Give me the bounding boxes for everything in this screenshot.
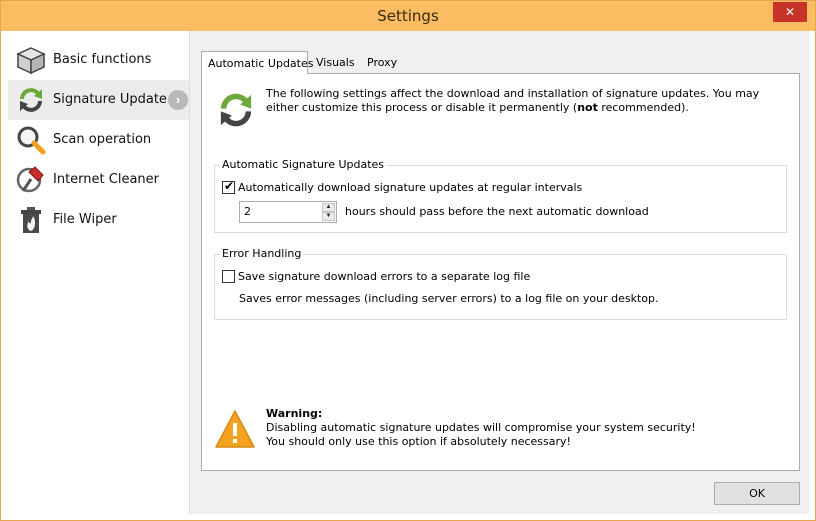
checkmark-icon: ✔	[224, 179, 235, 193]
chevron-right-icon: ›	[168, 90, 188, 110]
close-button[interactable]: ✕	[773, 2, 807, 22]
sidebar-item-file-wiper[interactable]: File Wiper	[8, 200, 189, 240]
hours-spinbox[interactable]: 2 ▲ ▼	[239, 201, 337, 223]
tab-label: Automatic Updates	[208, 57, 314, 70]
refresh-icon	[20, 88, 42, 112]
settings-window: Settings ✕ Basic functions Signature Upd…	[0, 0, 816, 521]
warning-line: You should only use this option if absol…	[266, 435, 571, 448]
tab-label: Proxy	[367, 56, 398, 69]
sidebar-item-label: File Wiper	[53, 212, 117, 227]
sidebar-item-label: Signature Update	[53, 92, 167, 107]
auto-updates-group: Automatic Signature Updates ✔ Automatica…	[214, 158, 787, 233]
auto-download-label[interactable]: Automatically download signature updates…	[238, 181, 582, 194]
save-errors-checkbox[interactable]	[222, 270, 235, 283]
box-icon	[16, 47, 46, 75]
tab-panel: The following settings affect the downlo…	[201, 73, 800, 471]
client-area: Basic functions Signature Update › Scan …	[8, 31, 809, 514]
warning-icon	[215, 410, 255, 448]
spin-down-button[interactable]: ▼	[322, 212, 335, 221]
sidebar-item-label: Internet Cleaner	[53, 172, 159, 187]
tab-proxy[interactable]: Proxy	[367, 51, 397, 73]
hours-value[interactable]: 2	[244, 205, 251, 218]
spin-buttons: ▲ ▼	[322, 203, 335, 221]
intro-text-part: recommended).	[597, 101, 689, 114]
sidebar-item-internet-cleaner[interactable]: Internet Cleaner	[8, 160, 189, 200]
warning-line: Disabling automatic signature updates wi…	[266, 421, 696, 434]
intro-text-bold: not	[577, 101, 598, 114]
broom-icon	[16, 166, 44, 193]
trash-fire-icon	[21, 207, 41, 233]
close-icon: ✕	[784, 5, 796, 19]
sidebar-item-label: Basic functions	[53, 52, 152, 67]
hours-label: hours should pass before the next automa…	[345, 205, 649, 218]
ok-button[interactable]: OK	[714, 482, 800, 505]
sidebar-item-scan-operation[interactable]: Scan operation	[8, 120, 189, 160]
tab-automatic-updates[interactable]: Automatic Updates	[201, 51, 313, 74]
sidebar-item-basic-functions[interactable]: Basic functions	[8, 40, 189, 80]
save-errors-label[interactable]: Save signature download errors to a sepa…	[238, 270, 530, 283]
refresh-icon	[220, 93, 252, 127]
spin-up-button[interactable]: ▲	[322, 203, 335, 212]
sidebar-item-label: Scan operation	[53, 132, 152, 147]
window-title: Settings	[377, 7, 439, 25]
tab-visuals[interactable]: Visuals	[316, 51, 355, 73]
magnifier-icon	[17, 126, 46, 155]
auto-download-checkbox[interactable]: ✔	[222, 179, 235, 194]
warning-text: Warning: Disabling automatic signature u…	[266, 407, 696, 449]
save-errors-description: Saves error messages (including server e…	[239, 292, 659, 305]
error-handling-group: Error Handling Save signature download e…	[214, 247, 787, 320]
sidebar-item-signature-update[interactable]: Signature Update ›	[8, 80, 189, 120]
intro-text: The following settings affect the downlo…	[266, 87, 786, 115]
sidebar: Basic functions Signature Update › Scan …	[8, 31, 190, 514]
group-title: Automatic Signature Updates	[220, 158, 387, 171]
title-bar[interactable]: Settings ✕	[1, 1, 815, 31]
warning-title: Warning:	[266, 407, 323, 420]
tab-label: Visuals	[316, 56, 355, 69]
group-title: Error Handling	[220, 247, 304, 260]
